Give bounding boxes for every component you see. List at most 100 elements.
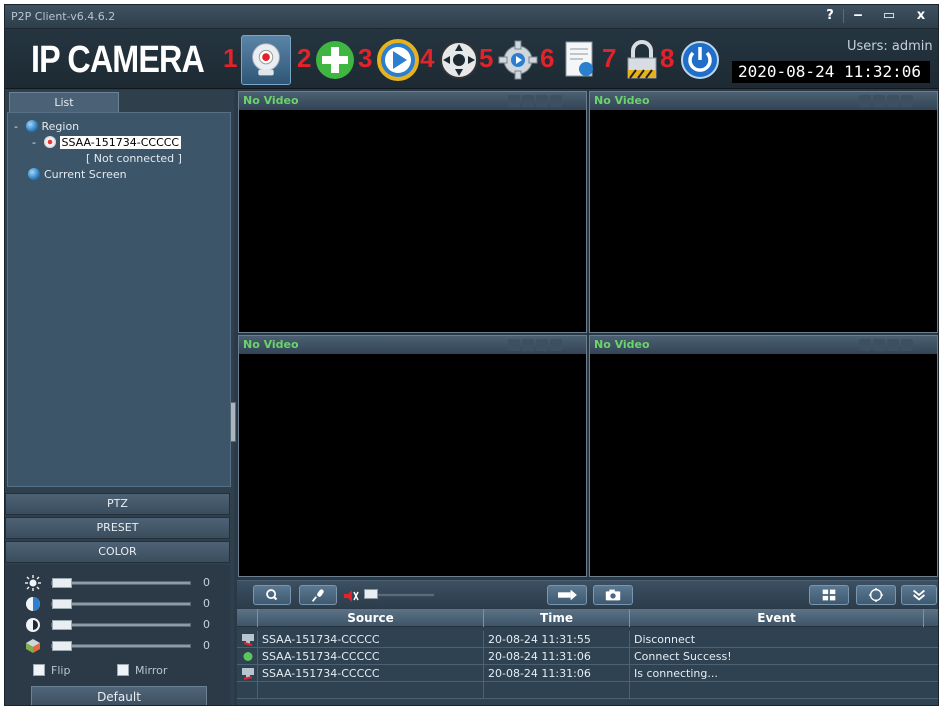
settings-button[interactable] — [493, 35, 543, 85]
settings-gear-icon — [498, 40, 538, 80]
camera-device-icon — [43, 136, 56, 148]
success-icon — [243, 652, 253, 661]
video-cell[interactable]: No Video — [238, 91, 587, 333]
video-status-label: No Video — [594, 338, 650, 351]
video-cell[interactable]: No Video — [238, 335, 587, 577]
grid-layout-icon — [822, 589, 836, 601]
connecting-icon — [242, 668, 254, 680]
audio-icon[interactable] — [522, 95, 534, 107]
default-button[interactable]: Default — [31, 686, 207, 705]
brightness-slider[interactable]: 0 — [25, 575, 225, 591]
fullscreen-button[interactable] — [856, 585, 896, 605]
column-header-source[interactable]: Source — [257, 609, 483, 627]
disconnect-icon — [242, 634, 254, 646]
log-button[interactable] — [555, 35, 605, 85]
audio-icon[interactable] — [873, 339, 885, 351]
close-video-icon[interactable] — [550, 339, 562, 351]
panel-collapse-handle[interactable] — [230, 402, 236, 442]
table-row[interactable] — [237, 682, 938, 699]
hue-slider[interactable]: 0 — [25, 638, 225, 654]
slider-knob[interactable] — [52, 599, 72, 609]
column-header-event[interactable]: Event — [629, 609, 923, 627]
camera-button[interactable] — [241, 35, 291, 85]
slider-knob[interactable] — [52, 641, 72, 651]
saturation-slider[interactable]: 0 — [25, 617, 225, 633]
section-color[interactable]: COLOR — [5, 541, 230, 563]
close-video-icon[interactable] — [550, 95, 562, 107]
left-panel: List - Region - SSAA-151734-CCCCC [ Not … — [5, 90, 236, 705]
tree-item-label: Region — [41, 120, 80, 133]
table-row[interactable]: SSAA-151734-CCCCC 20-08-24 11:31:55 Disc… — [237, 631, 938, 648]
close-button[interactable]: x — [909, 7, 933, 25]
toolbar-number: 4 — [420, 43, 435, 73]
checkbox-label: Flip — [51, 664, 71, 677]
search-icon — [266, 589, 278, 601]
help-button[interactable]: ? — [818, 7, 842, 25]
collapse-toggle[interactable]: - — [10, 119, 22, 135]
table-row[interactable]: SSAA-151734-CCCCC 20-08-24 11:31:06 Conn… — [237, 648, 938, 665]
slider-knob[interactable] — [52, 578, 72, 588]
table-row[interactable]: SSAA-151734-CCCCC 20-08-24 11:31:06 Is c… — [237, 665, 938, 682]
record-icon[interactable] — [887, 339, 899, 351]
slider-knob[interactable] — [52, 620, 72, 630]
column-header-time[interactable]: Time — [483, 609, 629, 627]
microphone-button[interactable] — [299, 585, 337, 605]
video-status-label: No Video — [243, 338, 299, 351]
add-icon — [316, 41, 354, 79]
maximize-button[interactable]: ▭ — [877, 7, 901, 25]
mirror-checkbox[interactable]: Mirror — [117, 664, 167, 678]
talk-icon[interactable] — [859, 339, 871, 351]
checkbox-box[interactable] — [33, 664, 45, 676]
record-button[interactable] — [547, 585, 587, 605]
talk-icon[interactable] — [859, 95, 871, 107]
add-device-button[interactable] — [310, 35, 360, 85]
talk-icon[interactable] — [508, 95, 520, 107]
minimize-button[interactable]: ‒ — [846, 7, 870, 25]
talk-icon[interactable] — [508, 339, 520, 351]
slider-track[interactable] — [51, 623, 191, 627]
cell-event: Is connecting... — [629, 665, 923, 682]
video-header: No Video — [590, 92, 937, 110]
section-preset[interactable]: PRESET — [5, 517, 230, 539]
record-icon[interactable] — [887, 95, 899, 107]
collapse-toggle[interactable]: - — [28, 135, 40, 151]
close-video-icon[interactable] — [901, 339, 913, 351]
contrast-slider[interactable]: 0 — [25, 596, 225, 612]
video-cell[interactable]: No Video — [589, 91, 938, 333]
video-cell[interactable]: No Video — [589, 335, 938, 577]
power-button[interactable] — [675, 35, 725, 85]
slider-value: 0 — [203, 639, 210, 652]
search-button[interactable] — [253, 585, 291, 605]
volume-slider-knob[interactable] — [364, 589, 378, 599]
icon-column-header — [237, 609, 257, 627]
snapshot-button[interactable] — [593, 585, 633, 605]
video-header: No Video — [590, 336, 937, 354]
toolbar-number: 7 — [602, 43, 617, 73]
tree-item-device[interactable]: - SSAA-151734-CCCCC — [28, 135, 182, 151]
close-video-icon[interactable] — [901, 95, 913, 107]
tree-item-current-screen[interactable]: Current Screen — [28, 167, 127, 183]
section-ptz[interactable]: PTZ — [5, 493, 230, 515]
slider-track[interactable] — [51, 644, 191, 648]
slider-track[interactable] — [51, 602, 191, 606]
tree-item-label: Current Screen — [44, 168, 127, 181]
volume-icon[interactable] — [343, 589, 359, 603]
tab-list[interactable]: List — [9, 92, 119, 112]
playback-button[interactable] — [373, 35, 423, 85]
tree-item-region[interactable]: - Region — [10, 119, 79, 135]
audio-icon[interactable] — [873, 95, 885, 107]
log-document-icon — [565, 41, 593, 77]
video-header-icons — [857, 95, 931, 107]
slider-value: 0 — [203, 618, 210, 631]
record-icon[interactable] — [536, 95, 548, 107]
audio-icon[interactable] — [522, 339, 534, 351]
tree-item-label: SSAA-151734-CCCCC — [59, 136, 182, 149]
layout-button[interactable] — [809, 585, 849, 605]
more-button[interactable] — [901, 585, 937, 605]
checkbox-box[interactable] — [117, 664, 129, 676]
app-window: P2P Client-v6.4.6.2 ? ‒ ▭ x IP CAMERA 1 … — [4, 4, 939, 706]
ptz-button[interactable] — [434, 35, 484, 85]
flip-checkbox[interactable]: Flip — [33, 664, 70, 678]
record-icon[interactable] — [536, 339, 548, 351]
slider-track[interactable] — [51, 581, 191, 585]
